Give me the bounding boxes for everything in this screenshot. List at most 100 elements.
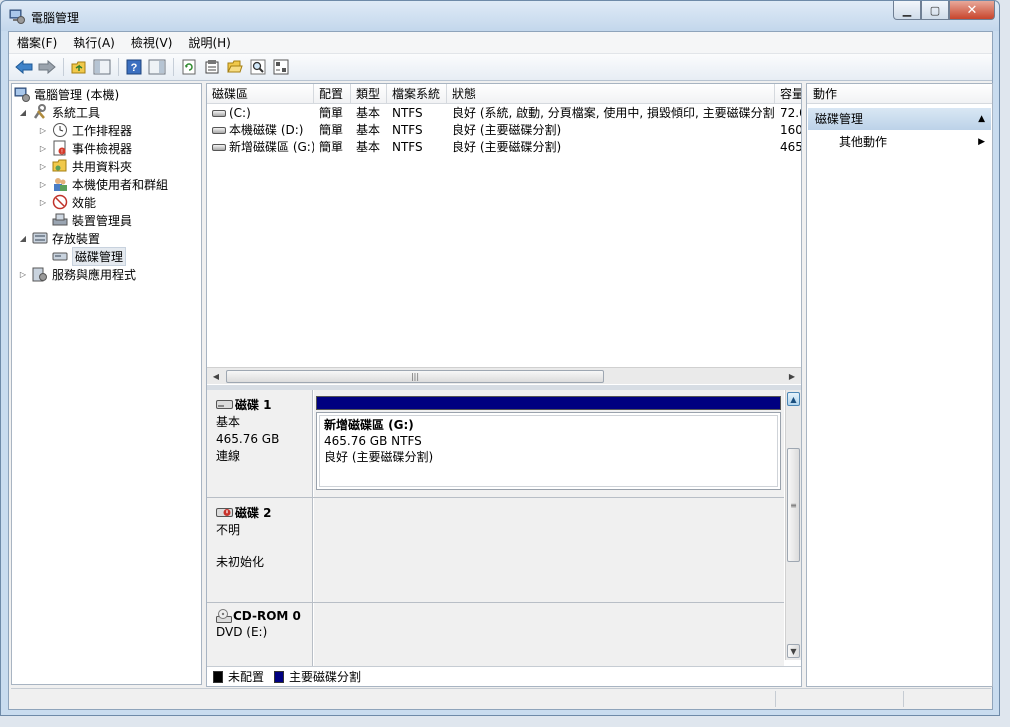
tree-item-system-tools[interactable]: ◢ 系統工具: [18, 103, 100, 121]
scroll-down-icon[interactable]: ▼: [787, 644, 800, 658]
tree-item-performance[interactable]: ▷ 效能: [38, 193, 96, 211]
search-button[interactable]: [247, 57, 269, 77]
collapse-icon[interactable]: ◢: [18, 234, 28, 243]
title-bar[interactable]: 電腦管理 ▁ ▢ ✕: [1, 1, 999, 31]
properties-button[interactable]: [201, 57, 223, 77]
column-header-volume[interactable]: 磁碟區: [207, 84, 314, 104]
expand-icon[interactable]: ▷: [38, 126, 48, 135]
disk-management-pane: 磁碟區 配置 類型 檔案系統 狀態 容量 (C:) 簡單 基本 NTFS 良好 …: [206, 83, 802, 687]
scroll-thumb[interactable]: |||: [226, 370, 604, 383]
disk-label[interactable]: CD-ROM 0 DVD (E:): [207, 603, 313, 666]
capacity-cell: 465: [780, 140, 801, 154]
expand-icon[interactable]: ▷: [18, 270, 28, 279]
column-header-layout[interactable]: 配置: [314, 84, 351, 104]
tree-label: 存放裝置: [52, 231, 101, 246]
tree-label: 事件檢視器: [72, 141, 133, 156]
partition-detail: 465.76 GB NTFS: [324, 434, 422, 448]
show-hide-tree-button[interactable]: [91, 57, 113, 77]
action-more-actions[interactable]: 其他動作 ▶: [808, 132, 991, 152]
partition-name: 新增磁碟區 (G:): [324, 418, 414, 432]
tree-item-device-manager[interactable]: 裝置管理員: [52, 211, 132, 229]
action-group-disk-management[interactable]: 磁碟管理 ▲: [808, 108, 991, 130]
disk-label[interactable]: 磁碟 1 基本 465.76 GB 連線: [207, 390, 313, 497]
scroll-thumb[interactable]: ≡: [787, 448, 800, 562]
toolbar-separator: [118, 58, 119, 76]
menu-help[interactable]: 說明(H): [180, 34, 238, 51]
disk-row: 磁碟 2 不明 未初始化: [207, 498, 784, 603]
expand-icon[interactable]: ▷: [38, 198, 48, 207]
settings-icon: [273, 59, 289, 75]
menu-view[interactable]: 檢視(V): [123, 34, 181, 51]
disk-type: 不明: [216, 523, 241, 537]
menu-file[interactable]: 檔案(F): [9, 34, 65, 51]
tree-label: 系統工具: [52, 105, 101, 120]
device-manager-icon: [52, 213, 68, 226]
disk-type: 基本: [216, 415, 241, 429]
open-icon: [227, 60, 243, 73]
disk-size: 465.76 GB: [216, 432, 280, 446]
svg-text:?: ?: [131, 62, 138, 74]
tree-label: 共用資料夾: [72, 159, 133, 174]
scroll-right-icon[interactable]: ▶: [785, 370, 799, 383]
type-cell: 基本: [356, 123, 381, 137]
vertical-scrollbar[interactable]: ▲ ≡ ▼: [785, 390, 801, 660]
type-cell: 基本: [356, 106, 381, 120]
column-header-status[interactable]: 狀態: [447, 84, 775, 104]
settings-button[interactable]: [270, 57, 292, 77]
expand-icon[interactable]: ▷: [38, 144, 48, 153]
window-title: 電腦管理: [31, 11, 80, 25]
scroll-left-icon[interactable]: ◀: [209, 370, 223, 383]
tree-item-storage[interactable]: ◢ 存放裝置: [18, 229, 100, 247]
tree-item-root[interactable]: 電腦管理 (本機): [14, 85, 119, 103]
table-row[interactable]: (C:) 簡單 基本 NTFS 良好 (系統, 啟動, 分頁檔案, 使用中, 損…: [207, 105, 801, 122]
table-row[interactable]: 本機磁碟 (D:) 簡單 基本 NTFS 良好 (主要磁碟分割) 160: [207, 122, 801, 139]
disk-name: 磁碟 2: [235, 506, 272, 520]
tree-label: 工作排程器: [72, 123, 133, 138]
show-hide-action-pane-button[interactable]: [146, 57, 168, 77]
layout-cell: 簡單: [319, 123, 344, 137]
horizontal-scrollbar[interactable]: ◀ ||| ▶: [207, 367, 801, 384]
expand-icon[interactable]: ▷: [38, 180, 48, 189]
refresh-button[interactable]: [178, 57, 200, 77]
clock-icon: [53, 123, 67, 137]
column-header-filesystem[interactable]: 檔案系統: [387, 84, 447, 104]
column-header-type[interactable]: 類型: [351, 84, 387, 104]
toolbar-separator: [63, 58, 64, 76]
tree-item-task-scheduler[interactable]: ▷ 工作排程器: [38, 121, 132, 139]
collapse-icon[interactable]: ◢: [18, 108, 28, 117]
open-button[interactable]: [224, 57, 246, 77]
table-row[interactable]: 新增磁碟區 (G:) 簡單 基本 NTFS 良好 (主要磁碟分割) 465: [207, 139, 801, 156]
up-folder-icon: [71, 61, 86, 74]
status-cell: 良好 (系統, 啟動, 分頁檔案, 使用中, 損毀傾印, 主要磁碟分割): [452, 106, 775, 120]
show-tree-icon: [93, 59, 111, 75]
menu-action[interactable]: 執行(A): [65, 34, 123, 51]
collapse-up-icon[interactable]: ▲: [978, 108, 985, 130]
close-button[interactable]: ✕: [949, 1, 995, 20]
tree-item-shared-folders[interactable]: ▷ 共用資料夾: [38, 157, 132, 175]
tree-item-disk-management[interactable]: 磁碟管理: [52, 246, 127, 266]
tree-item-event-viewer[interactable]: ▷ ! 事件檢視器: [38, 139, 132, 157]
shared-folder-icon: [52, 159, 67, 172]
help-button[interactable]: ?: [123, 57, 145, 77]
uninitialized-disk-icon: [216, 508, 233, 517]
computer-management-window: 電腦管理 ▁ ▢ ✕ 檔案(F) 執行(A) 檢視(V) 說明(H) ? 電腦管…: [0, 0, 1000, 716]
search-icon: [250, 59, 266, 75]
disk-label[interactable]: 磁碟 2 不明 未初始化: [207, 498, 313, 602]
console-tree: 電腦管理 (本機) ◢ 系統工具 ▷ 工作排程器 ▷ ! 事件檢視器 ▷ 共用資…: [11, 83, 202, 685]
hard-disk-icon: [216, 400, 233, 409]
scroll-up-icon[interactable]: ▲: [787, 392, 800, 406]
cdrom-icon: [216, 609, 232, 623]
tree-label: 磁碟管理: [72, 246, 127, 266]
partition-block[interactable]: 新增磁碟區 (G:) 465.76 GB NTFS 良好 (主要磁碟分割): [316, 412, 781, 490]
up-folder-button[interactable]: [68, 57, 90, 77]
type-cell: 基本: [356, 140, 381, 154]
tree-item-local-users[interactable]: ▷ 本機使用者和群組: [38, 175, 168, 193]
expand-icon[interactable]: ▷: [38, 162, 48, 171]
maximize-button[interactable]: ▢: [921, 1, 949, 20]
minimize-button[interactable]: ▁: [893, 1, 921, 20]
column-header-capacity[interactable]: 容量: [775, 84, 801, 104]
disk-row: CD-ROM 0 DVD (E:): [207, 603, 784, 666]
tree-item-services-apps[interactable]: ▷ 服務與應用程式: [18, 265, 136, 283]
forward-button[interactable]: [36, 57, 58, 77]
back-button[interactable]: [13, 57, 35, 77]
